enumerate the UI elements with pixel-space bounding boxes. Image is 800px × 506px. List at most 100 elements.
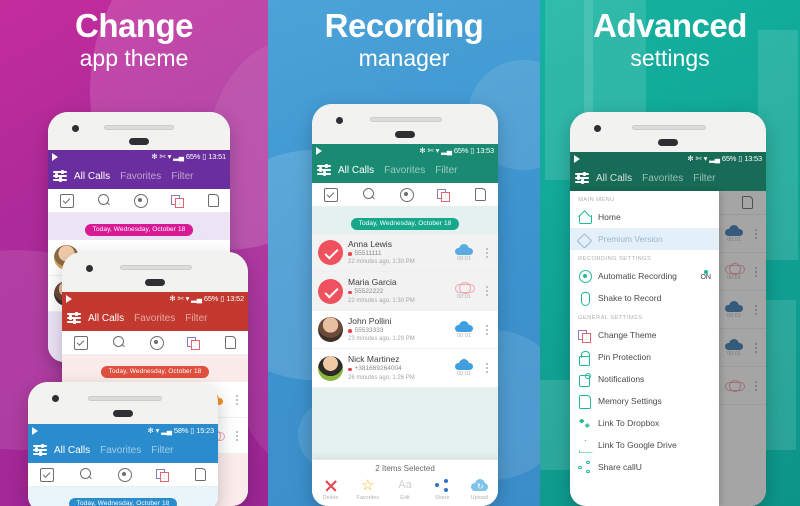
drawer-item-share-callu[interactable]: Share callU (570, 456, 719, 478)
drawer-item-change-theme[interactable]: Change Theme (570, 324, 719, 346)
favorites-button[interactable]: ☆ Favorites (351, 477, 385, 502)
call-type-icon (348, 290, 352, 295)
theme-icon[interactable] (187, 336, 201, 350)
theme-icon (578, 329, 591, 343)
tab-favorites[interactable]: Favorites (120, 171, 161, 182)
settings-sliders-icon[interactable] (317, 163, 331, 176)
decorative-rect (540, 380, 570, 470)
status-bar: ✻ ▾ ▂▄ 58% ▯ 15:23 (28, 424, 218, 437)
record-icon[interactable] (117, 468, 132, 482)
select-icon[interactable] (323, 187, 338, 202)
tab-filter[interactable]: Filter (185, 313, 207, 324)
list-item[interactable]: Anna Lewis 55511111 22 minutes ago, 1:30… (312, 234, 498, 273)
overflow-menu-icon[interactable] (482, 324, 492, 335)
tab-favorites[interactable]: Favorites (100, 445, 141, 456)
record-icon[interactable] (399, 188, 414, 202)
action-label: Delete (322, 495, 339, 501)
drawer-item-home[interactable]: Home (570, 206, 719, 228)
edit-button[interactable]: Aa Edit (388, 477, 422, 501)
tab-filter[interactable]: Filter (435, 165, 457, 176)
drawer-item-notifications[interactable]: Notifications (570, 368, 719, 390)
action-label: Favorites (356, 495, 380, 501)
sdcard-icon[interactable] (225, 336, 237, 349)
list-item[interactable]: John Pollini 55533333 23 minutes ago, 1:… (312, 310, 498, 350)
drawer-item-label: Link To Dropbox (598, 418, 660, 428)
tab-favorites[interactable]: Favorites (642, 173, 683, 184)
select-icon[interactable] (73, 335, 88, 350)
cloud-status[interactable]: 00:01 (451, 282, 477, 300)
app-notification-icon (52, 152, 58, 161)
tab-all-calls[interactable]: All Calls (88, 313, 124, 324)
drawer-item-label: Notifications (598, 374, 645, 384)
cloud-status[interactable]: 00:01 (451, 320, 477, 339)
front-camera (594, 125, 601, 132)
avatar[interactable] (318, 240, 343, 266)
tab-all-calls[interactable]: All Calls (54, 445, 90, 456)
drawer-item-label: Link To Google Drive (598, 440, 677, 450)
search-icon[interactable] (79, 468, 93, 482)
drawer-item-automatic-recording[interactable]: Automatic Recording ON (570, 265, 719, 287)
automatic-recording-toggle[interactable]: ON (700, 270, 711, 281)
share-button[interactable]: Share (425, 477, 459, 501)
overflow-menu-icon[interactable] (482, 363, 492, 374)
upload-button[interactable]: ↻ Upload (462, 477, 496, 501)
theme-icon[interactable] (437, 188, 451, 202)
tab-filter[interactable]: Filter (693, 173, 715, 184)
drawer-item-memory-settings[interactable]: Memory Settings (570, 390, 719, 412)
tab-bar: All Calls Favorites Filter (54, 445, 173, 456)
settings-sliders-icon[interactable] (575, 171, 589, 184)
tab-all-calls[interactable]: All Calls (596, 173, 632, 184)
cloud-upload-icon: ↻ (470, 479, 488, 491)
drawer-item-label: Home (598, 212, 621, 222)
drawer-item-premium-version[interactable]: Premium Version (570, 228, 719, 250)
drawer-section-title: MAIN MENU (578, 197, 615, 203)
overflow-menu-icon[interactable] (232, 430, 242, 441)
tab-all-calls[interactable]: All Calls (74, 171, 110, 182)
search-icon[interactable] (112, 336, 126, 350)
drawer-item-link-to-dropbox[interactable]: Link To Dropbox (570, 412, 719, 434)
list-item[interactable]: Nick Martinez +381669264004 26 minutes a… (312, 349, 498, 388)
settings-sliders-icon[interactable] (53, 169, 67, 182)
sdcard-icon[interactable] (194, 468, 206, 481)
wifi-icon: ▾ (155, 426, 160, 435)
app-bar: All Calls Favorites Filter (28, 437, 218, 463)
phone-screen: ✻ ▾ ▂▄ 58% ▯ 15:23 All Calls Favorites F… (28, 424, 218, 506)
theme-icon[interactable] (156, 468, 170, 482)
settings-sliders-icon[interactable] (33, 443, 47, 456)
wifi-icon: ▾ (435, 146, 440, 155)
clock: 13:52 (226, 294, 244, 303)
mute-icon: ✄ (695, 154, 702, 163)
tab-filter[interactable]: Filter (151, 445, 173, 456)
cloud-status[interactable]: 00:01 (451, 359, 477, 377)
front-camera (52, 395, 59, 402)
cloud-status[interactable]: 00:01 (451, 243, 477, 262)
avatar[interactable] (318, 278, 343, 304)
overflow-menu-icon[interactable] (482, 286, 492, 297)
tab-filter[interactable]: Filter (171, 171, 193, 182)
theme-icon[interactable] (170, 194, 185, 208)
sensor-nub (113, 410, 133, 417)
delete-button[interactable]: Delete (314, 477, 348, 501)
tab-favorites[interactable]: Favorites (134, 313, 175, 324)
record-icon[interactable] (134, 194, 148, 208)
phone-bezel (570, 112, 766, 152)
sdcard-icon[interactable] (475, 188, 487, 201)
record-icon[interactable] (149, 336, 164, 350)
settings-sliders-icon[interactable] (67, 311, 81, 324)
drawer-item-link-to-google-drive[interactable]: Link To Google Drive (570, 434, 719, 456)
select-icon[interactable] (40, 467, 55, 482)
sdcard-icon[interactable] (207, 194, 219, 207)
overflow-menu-icon[interactable] (482, 247, 492, 258)
tab-all-calls[interactable]: All Calls (338, 165, 374, 176)
drawer-item-pin-protection[interactable]: Pin Protection (570, 346, 719, 368)
tab-bar: All Calls Favorites Filter (338, 165, 457, 176)
drawer-item-shake-to-record[interactable]: Shake to Record (570, 287, 719, 309)
overflow-menu-icon[interactable] (232, 394, 242, 405)
search-icon[interactable] (362, 188, 376, 202)
select-icon[interactable] (59, 193, 74, 208)
clock: 13:53 (744, 154, 762, 163)
list-item[interactable]: Maria Garcia 55522222 22 minutes ago, 1:… (312, 272, 498, 311)
phone-blue-theme: ✻ ▾ ▂▄ 58% ▯ 15:23 All Calls Favorites F… (28, 382, 218, 506)
search-icon[interactable] (97, 194, 111, 208)
tab-favorites[interactable]: Favorites (384, 165, 425, 176)
